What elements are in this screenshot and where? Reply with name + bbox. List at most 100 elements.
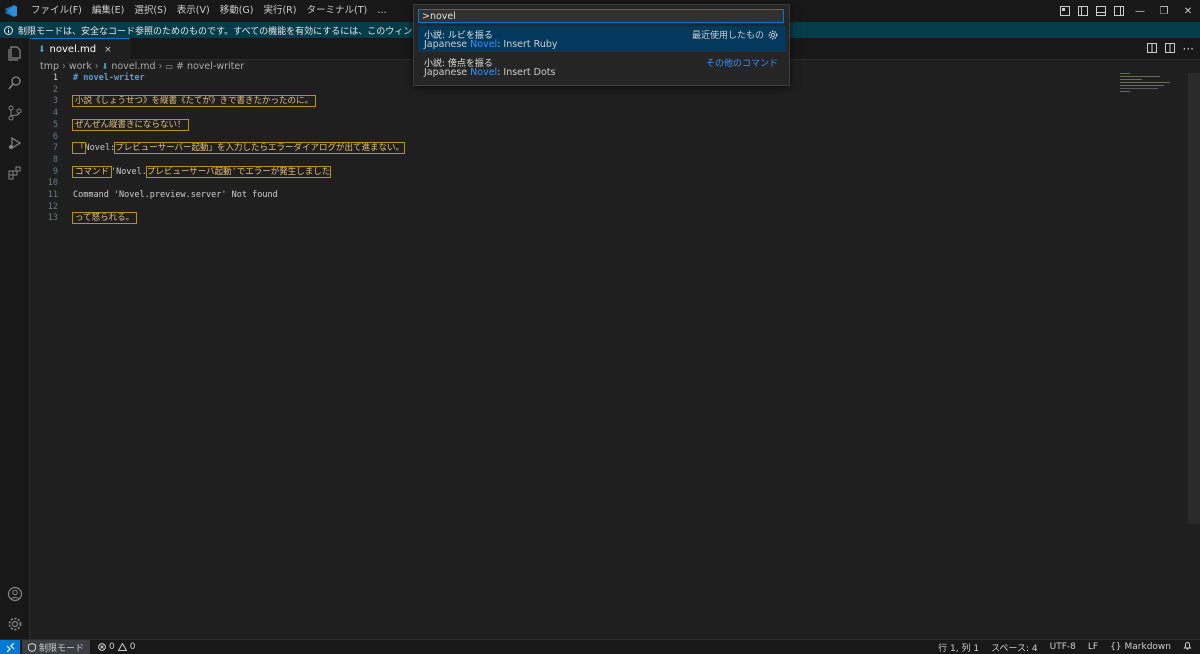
toggle-primary-sidebar-icon[interactable] (1074, 0, 1092, 22)
shield-icon (28, 642, 36, 652)
minimize-button[interactable]: — (1128, 0, 1152, 22)
menu-bar: ファイル(F) 編集(E) 選択(S) 表示(V) 移動(G) 実行(R) ター… (26, 0, 392, 22)
line-text: って怒られる。 (71, 212, 138, 225)
more-actions-icon[interactable]: ··· (1183, 42, 1194, 56)
menu-edit[interactable]: 編集(E) (87, 0, 129, 22)
line-text-highlight: コマンド (71, 165, 113, 178)
command-label: Japanese Novel: Insert Ruby (424, 39, 558, 50)
tab-label: novel.md (49, 44, 97, 55)
menu-go[interactable]: 移動(G) (215, 0, 259, 22)
open-preview-to-side-icon[interactable] (1146, 42, 1157, 56)
editor-actions: ··· (1146, 38, 1194, 59)
editor-line: 2 (30, 85, 1118, 97)
line-number: 6 (52, 131, 58, 142)
editor-line: 7 「Novel:プレビューサーバー起動」を入力したらエラーダイアログが出て進まな… (30, 142, 1118, 155)
command-palette-input[interactable]: >novel (418, 9, 784, 23)
editor-area[interactable]: 1 # novel-writer 2 3 小説《しょうせつ》を縦書《たてが》きで書き… (30, 73, 1118, 639)
line-number: 2 (52, 84, 58, 95)
search-icon[interactable] (0, 68, 29, 98)
line-number: 10 (47, 178, 58, 189)
activity-bar (0, 38, 30, 639)
notifications-bell-icon[interactable] (1183, 641, 1192, 653)
command-item[interactable]: 小説: ルビを振る Japanese Novel: Insert Ruby 最近… (418, 26, 786, 52)
customize-layout-icon[interactable] (1056, 0, 1074, 22)
command-group-label: その他のコマンド (705, 59, 778, 69)
editor-line: 10 (30, 178, 1118, 190)
editor-line: 13 って怒られる。 (30, 212, 1118, 225)
chevron-right-icon: › (94, 61, 99, 72)
editor-line: 11 Command 'Novel.preview.server' Not fou… (30, 190, 1118, 202)
breadcrumb-work[interactable]: work (69, 61, 92, 72)
command-item[interactable]: 小説: 傍点を振る Japanese Novel: Insert Dots その… (418, 54, 786, 80)
breadcrumb: tmp › work › ⬇ novel.md › ▭ # novel-writ… (40, 60, 244, 73)
encoding[interactable]: UTF-8 (1050, 642, 1076, 652)
line-text-pre: 「 (72, 142, 86, 155)
line-number: 4 (52, 108, 58, 119)
line-text-highlight: プレビューサーバ起動'でエラーが発生しました (145, 165, 332, 178)
line-text-highlight: プレビューサーバー起動」を入力したらエラーダイアログが出て進まない。 (114, 142, 405, 155)
line-number: 11 (47, 190, 58, 200)
line-number: 8 (52, 154, 58, 165)
menu-selection[interactable]: 選択(S) (129, 0, 171, 22)
menu-terminal[interactable]: ターミナル(T) (301, 0, 372, 22)
explorer-icon[interactable] (0, 38, 29, 68)
accounts-icon[interactable] (0, 579, 29, 609)
restricted-mode-status[interactable]: 制限モード (22, 640, 91, 654)
editor-line: 4 (30, 108, 1118, 120)
toggle-panel-icon[interactable] (1092, 0, 1110, 22)
markdown-file-icon: ⬇ (101, 62, 109, 71)
split-editor-icon[interactable] (1164, 42, 1175, 56)
tab-close-icon[interactable]: × (104, 45, 112, 55)
markdown-file-icon: ⬇ (38, 44, 46, 55)
menu-view[interactable]: 表示(V) (172, 0, 215, 22)
source-control-icon[interactable] (0, 98, 29, 128)
editor-line: 6 (30, 132, 1118, 144)
command-group-label: 最近使用したもの (692, 28, 778, 41)
line-text: 小説《しょうせつ》を縦書《たてが》きで書きたかったのに。 (71, 95, 317, 108)
run-debug-icon[interactable] (0, 128, 29, 158)
gear-icon (768, 30, 778, 39)
symbol-icon: ▭ (165, 62, 173, 71)
editor-line: 8 (30, 155, 1118, 167)
line-number: 13 (47, 213, 58, 224)
menu-more[interactable]: … (372, 0, 392, 22)
cursor-position[interactable]: 行 1, 列 1 (938, 641, 979, 654)
menu-run[interactable]: 実行(R) (258, 0, 301, 22)
problems-status[interactable]: 0 0 (98, 642, 135, 652)
indentation[interactable]: スペース: 4 (991, 641, 1038, 654)
restore-button[interactable]: ❐ (1152, 0, 1176, 22)
vscode-logo-icon (0, 0, 22, 22)
minimap[interactable] (1120, 73, 1186, 93)
error-icon (98, 643, 106, 651)
editor-line: 9 コマンド 'Novel.プレビューサーバ起動'でエラーが発生しました (30, 165, 1118, 179)
close-window-button[interactable]: ✕ (1176, 0, 1200, 22)
line-number: 3 (52, 96, 58, 107)
line-text-plain: Novel: (84, 143, 116, 154)
line-text-plain: 'Novel. (111, 166, 147, 177)
editor-line: 5 ぜんぜん縦書きにならない！ (30, 118, 1118, 132)
vertical-scrollbar[interactable] (1188, 73, 1200, 524)
command-palette: >novel 小説: ルビを振る Japanese Novel: Insert … (413, 4, 790, 86)
end-of-line[interactable]: LF (1088, 642, 1098, 652)
chevron-right-icon: › (158, 61, 163, 72)
status-bar: 制限モード 0 0 行 1, 列 1 スペース: 4 UTF-8 LF {} Ma… (0, 639, 1200, 654)
breadcrumb-tmp[interactable]: tmp (40, 61, 59, 72)
info-icon (0, 25, 16, 35)
line-number: 5 (52, 119, 58, 130)
editor-line: 3 小説《しょうせつ》を縦書《たてが》きで書きたかったのに。 (30, 95, 1118, 108)
warning-icon (117, 643, 127, 651)
tab-novel-md[interactable]: ⬇ novel.md × (30, 38, 130, 60)
line-number: 9 (52, 166, 58, 177)
window-controls: — ❐ ✕ (1056, 0, 1200, 22)
toggle-secondary-sidebar-icon[interactable] (1110, 0, 1128, 22)
chevron-right-icon: › (62, 61, 66, 72)
line-text: Command 'Novel.preview.server' Not found (73, 190, 278, 200)
breadcrumb-file[interactable]: novel.md (111, 61, 155, 72)
breadcrumb-symbol[interactable]: # novel-writer (176, 61, 244, 72)
extensions-icon[interactable] (0, 158, 29, 188)
manage-gear-icon[interactable] (0, 609, 29, 639)
language-mode[interactable]: {} Markdown (1110, 642, 1171, 652)
menu-file[interactable]: ファイル(F) (26, 0, 87, 22)
line-number: 1 (52, 73, 58, 83)
remote-indicator-icon[interactable] (0, 640, 20, 654)
